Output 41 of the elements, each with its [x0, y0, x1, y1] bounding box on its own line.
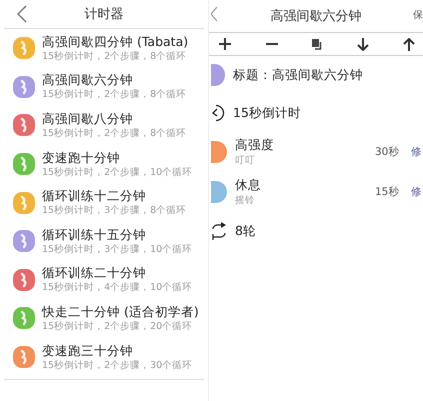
- countdown-label[interactable]: 15秒倒计时: [233, 104, 301, 122]
- arrow-down-icon[interactable]: [356, 38, 368, 50]
- arrow-up-icon[interactable]: [403, 38, 415, 50]
- edit-link[interactable]: 修: [411, 185, 423, 199]
- save-button[interactable]: 保: [413, 8, 423, 22]
- timer-name[interactable]: 循环训练二十分钟: [42, 265, 192, 282]
- remove-icon[interactable]: [266, 42, 278, 46]
- repeat-icon: [211, 221, 227, 241]
- screen-title: 高强间歇六分钟: [270, 8, 362, 25]
- back-icon[interactable]: [17, 5, 27, 23]
- step-name: 高强度: [235, 137, 275, 154]
- step-duration: 30秒: [375, 145, 400, 159]
- timer-detail: 15秒倒计时，2个步骤，30个循环: [42, 358, 192, 372]
- edit-link[interactable]: 修: [411, 145, 423, 159]
- rounds-label[interactable]: 8轮: [235, 222, 256, 240]
- step-name: 休息: [235, 177, 262, 194]
- timer-name[interactable]: 变速跑三十分钟: [42, 342, 192, 359]
- timer-name[interactable]: 高强间歇六分钟: [42, 72, 186, 88]
- copy-icon[interactable]: [312, 38, 322, 50]
- timer-detail: 15秒倒计时，3个步骤，8个循环: [42, 204, 186, 218]
- timer-detail: 15秒倒计时，2个步骤，10个循环: [42, 166, 192, 179]
- clock-icon[interactable]: [211, 104, 225, 122]
- screen-title: 计时器: [84, 6, 124, 23]
- timer-heading[interactable]: 标题：高强间歇六分钟: [233, 66, 363, 84]
- timer-name[interactable]: 循环训练十五分钟: [42, 226, 192, 243]
- timer-name[interactable]: 快走二十分钟 (适合初学者): [42, 304, 199, 320]
- add-icon[interactable]: [219, 38, 231, 50]
- back-icon[interactable]: [211, 6, 217, 22]
- timer-detail: 15秒倒计时，3个步骤，10个循环: [42, 242, 192, 256]
- timer-name[interactable]: 变速跑十分钟: [42, 150, 192, 166]
- timer-detail: 15秒倒计时，4个步骤，10个循环: [42, 281, 192, 294]
- timer-name[interactable]: 循环训练十二分钟: [42, 188, 186, 204]
- timer-detail: 15秒倒计时，2个步骤，20个循环: [42, 320, 194, 333]
- timer-detail: 15秒倒计时，2个步骤，8个循环: [42, 50, 188, 63]
- timer-name[interactable]: 高强间歇八分钟: [42, 110, 186, 127]
- step-sound: 叮叮: [235, 154, 256, 167]
- timer-detail: 15秒倒计时，2个步骤，8个循环: [42, 88, 186, 102]
- timer-name[interactable]: 高强间歇四分钟 (Tabata): [42, 34, 188, 50]
- timer-detail: 15秒倒计时，2个步骤，8个循环: [42, 126, 186, 140]
- step-sound: 摇铃: [235, 194, 256, 207]
- step-duration: 15秒: [375, 185, 400, 199]
